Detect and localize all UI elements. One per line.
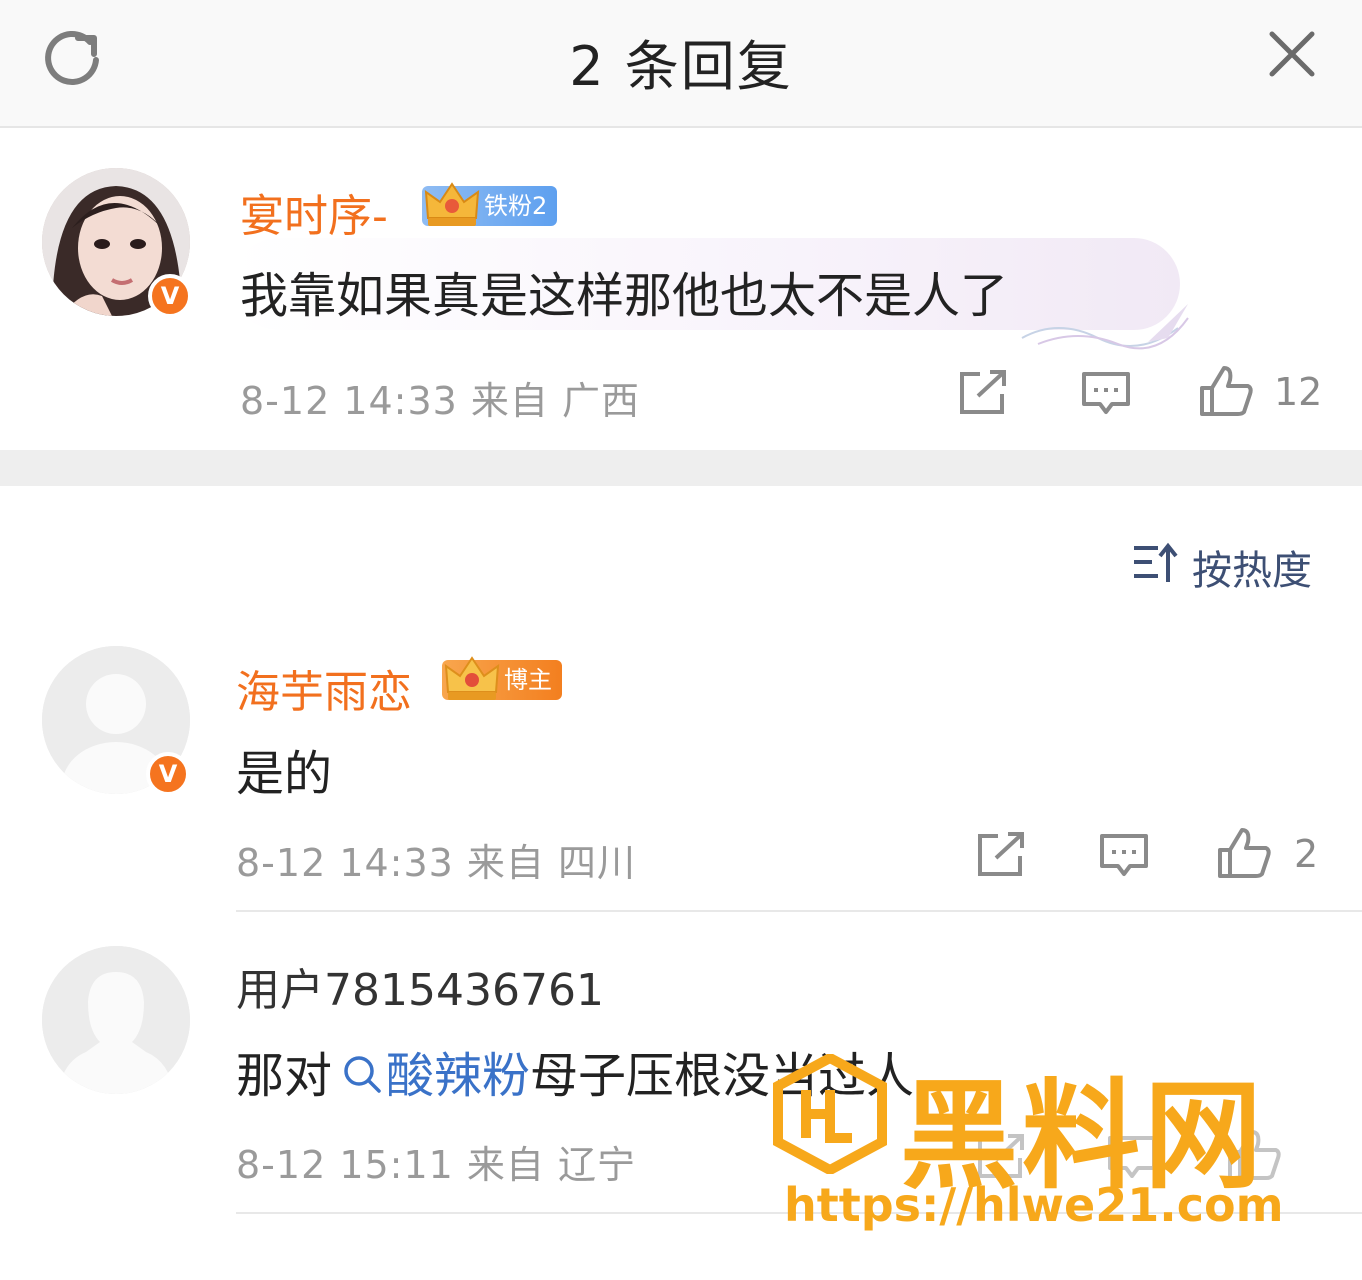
- comment-text: 我靠如果真是这样那他也太不是人了: [240, 268, 1009, 324]
- crown-icon: [444, 656, 500, 700]
- bubble-decoration-icon: [1021, 304, 1189, 350]
- comment-icon[interactable]: [1106, 1134, 1158, 1182]
- comment-text-prefix: 那对: [236, 1048, 333, 1104]
- sort-label: 按热度: [1192, 548, 1312, 594]
- comment-meta: 8-12 14:33 来自 广西: [240, 379, 640, 423]
- sort-icon: [1134, 542, 1178, 582]
- fan-badge[interactable]: 博主: [442, 656, 562, 700]
- comment-text-suffix: 母子压根没当过人: [530, 1048, 915, 1104]
- reply-divider: [236, 1212, 1362, 1214]
- watermark-url: https://hlwe21.com: [784, 1178, 1284, 1232]
- comment-meta: 8-12 14:33 来自 四川: [236, 841, 636, 885]
- like-icon[interactable]: [1216, 826, 1272, 880]
- comment-icon[interactable]: [1098, 832, 1150, 880]
- comment-icon[interactable]: [1080, 370, 1132, 418]
- section-divider: [0, 450, 1362, 486]
- like-count: 12: [1274, 370, 1323, 414]
- username[interactable]: 用户7815436761: [236, 954, 604, 1018]
- fan-badge-label: 博主: [504, 666, 552, 694]
- like-icon[interactable]: [1226, 1128, 1282, 1182]
- comment-text: 是的: [236, 746, 333, 802]
- reply-divider: [236, 910, 1362, 912]
- comment-meta: 8-12 15:11 来自 辽宁: [236, 1143, 636, 1187]
- search-icon: [344, 1056, 381, 1093]
- comment-text: 那对 酸辣粉母子压根没当过人: [236, 1036, 914, 1106]
- share-icon[interactable]: [976, 832, 1026, 878]
- like-icon[interactable]: [1198, 364, 1254, 418]
- close-icon[interactable]: [1262, 24, 1322, 84]
- like-count: 2: [1294, 832, 1319, 876]
- verified-badge-icon: V: [148, 274, 192, 318]
- verified-badge-icon: V: [146, 752, 190, 796]
- avatar[interactable]: [42, 946, 190, 1094]
- topic-link[interactable]: 酸辣粉: [386, 1048, 530, 1104]
- crown-icon: [424, 182, 480, 226]
- share-icon[interactable]: [958, 370, 1008, 416]
- page-title: 2 条回复: [569, 35, 793, 98]
- share-icon[interactable]: [976, 1134, 1026, 1180]
- username[interactable]: 宴时序-: [240, 180, 388, 244]
- header-bar: 2 条回复: [0, 0, 1362, 128]
- fan-badge[interactable]: 铁粉2: [422, 182, 558, 226]
- fan-badge-label: 铁粉2: [484, 192, 548, 220]
- username[interactable]: 海芋雨恋: [236, 656, 412, 720]
- watermark-text: 黑料网: [900, 1067, 1267, 1205]
